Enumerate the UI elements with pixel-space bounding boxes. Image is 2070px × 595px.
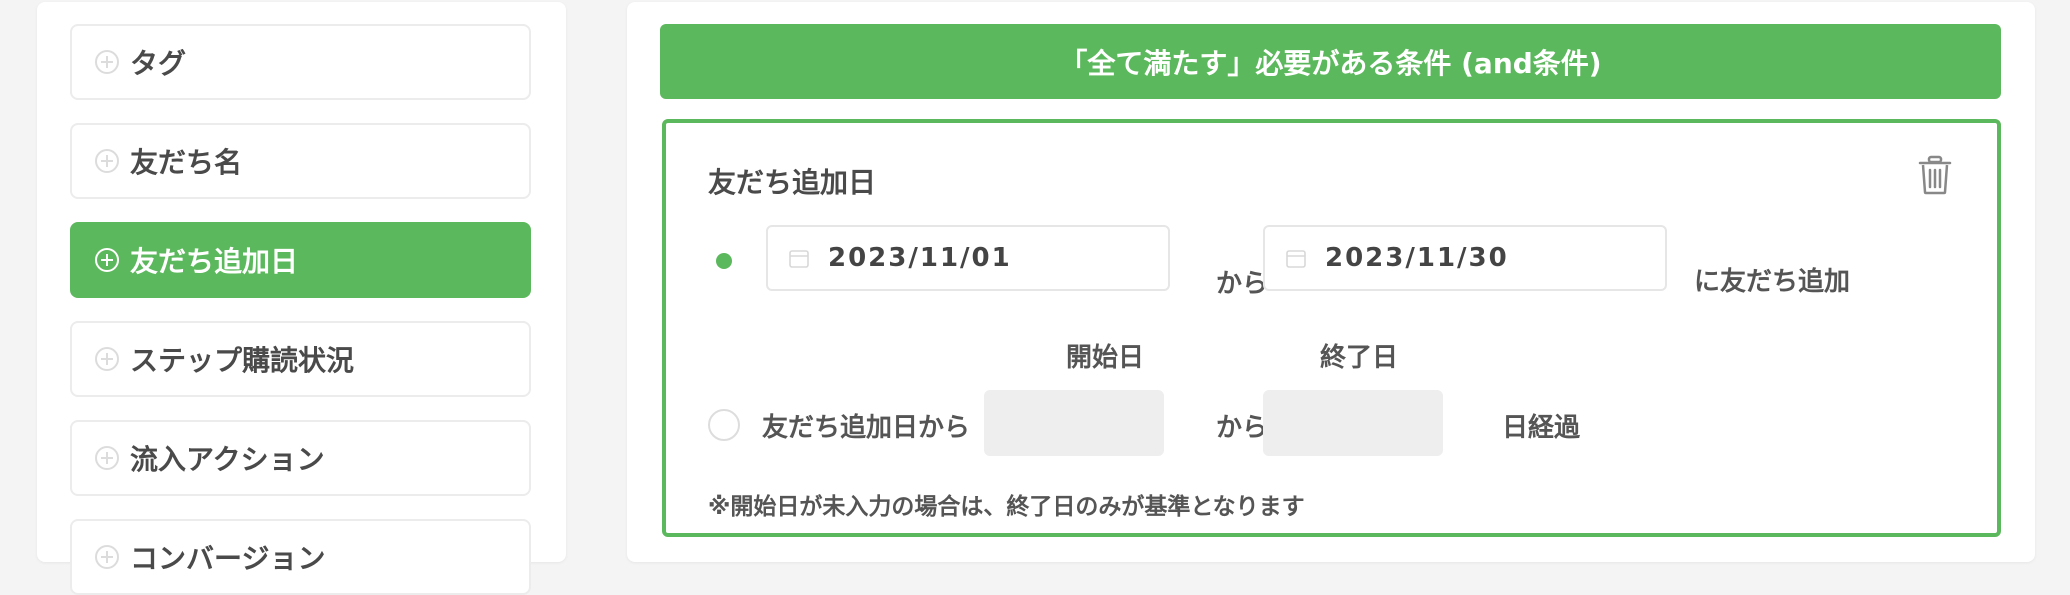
sidebar-item-conversion[interactable]: コンバージョン: [70, 519, 531, 595]
delete-condition-button[interactable]: [1915, 153, 1955, 197]
end-date-input[interactable]: [1325, 243, 1545, 273]
start-date-input[interactable]: [828, 243, 1048, 273]
radio-selected-dot: [716, 253, 732, 269]
calendar-icon: [1286, 250, 1306, 268]
panel-title: 友だち追加日: [708, 166, 877, 199]
range-suffix-label: に友だち追加: [1694, 267, 1851, 297]
start-day-header: 開始日: [1066, 343, 1145, 373]
sidebar-item-label: 流入アクション: [130, 443, 325, 476]
plus-circle-icon: [94, 346, 120, 372]
sidebar-item-label: ステップ購読状況: [130, 344, 355, 377]
end-day-header: 終了日: [1320, 343, 1399, 373]
plus-circle-icon: [94, 445, 120, 471]
sidebar-item-tag[interactable]: タグ: [70, 24, 531, 100]
elapsed-from-label: から: [1216, 413, 1269, 443]
sidebar-item-label: コンバージョン: [130, 542, 326, 575]
condition-editor: 「全て満たす」必要がある条件 (and条件) 友だち追加日 から: [627, 2, 2035, 562]
elapsed-prefix-label: 友だち追加日から: [762, 413, 971, 443]
sidebar-item-step-subscription[interactable]: ステップ購読状況: [70, 321, 531, 397]
sidebar-item-friend-added-date[interactable]: 友だち追加日: [70, 222, 531, 298]
radio-elapsed-days[interactable]: [708, 409, 740, 441]
sidebar-item-friend-name[interactable]: 友だち名: [70, 123, 531, 199]
and-condition-banner: 「全て満たす」必要がある条件 (and条件): [660, 24, 2001, 99]
sidebar-item-label: タグ: [130, 47, 187, 80]
start-date-field[interactable]: [766, 225, 1170, 291]
calendar-icon: [789, 250, 809, 268]
radio-date-range[interactable]: [708, 245, 740, 277]
plus-circle-icon: [94, 544, 120, 570]
plus-circle-icon: [94, 148, 120, 174]
condition-panel: 友だち追加日 から: [662, 119, 2001, 537]
elapsed-suffix-label: 日経過: [1502, 413, 1581, 443]
trash-icon: [1918, 155, 1952, 195]
sidebar-item-label: 友だち名: [130, 146, 243, 179]
sidebar-item-label: 友だち追加日: [130, 245, 299, 278]
elapsed-start-input[interactable]: [984, 390, 1164, 456]
elapsed-end-input[interactable]: [1263, 390, 1443, 456]
plus-circle-icon: [94, 247, 120, 273]
end-date-field[interactable]: [1263, 225, 1667, 291]
from-label: から: [1216, 269, 1269, 299]
sidebar-item-inflow-action[interactable]: 流入アクション: [70, 420, 531, 496]
condition-type-sidebar: タグ 友だち名 友だち追加日 ステップ購読状況 流入アクション コンバージョン: [37, 2, 566, 595]
note-text: ※開始日が未入力の場合は、終了日のみが基準となります: [708, 494, 1305, 520]
plus-circle-icon: [94, 49, 120, 75]
